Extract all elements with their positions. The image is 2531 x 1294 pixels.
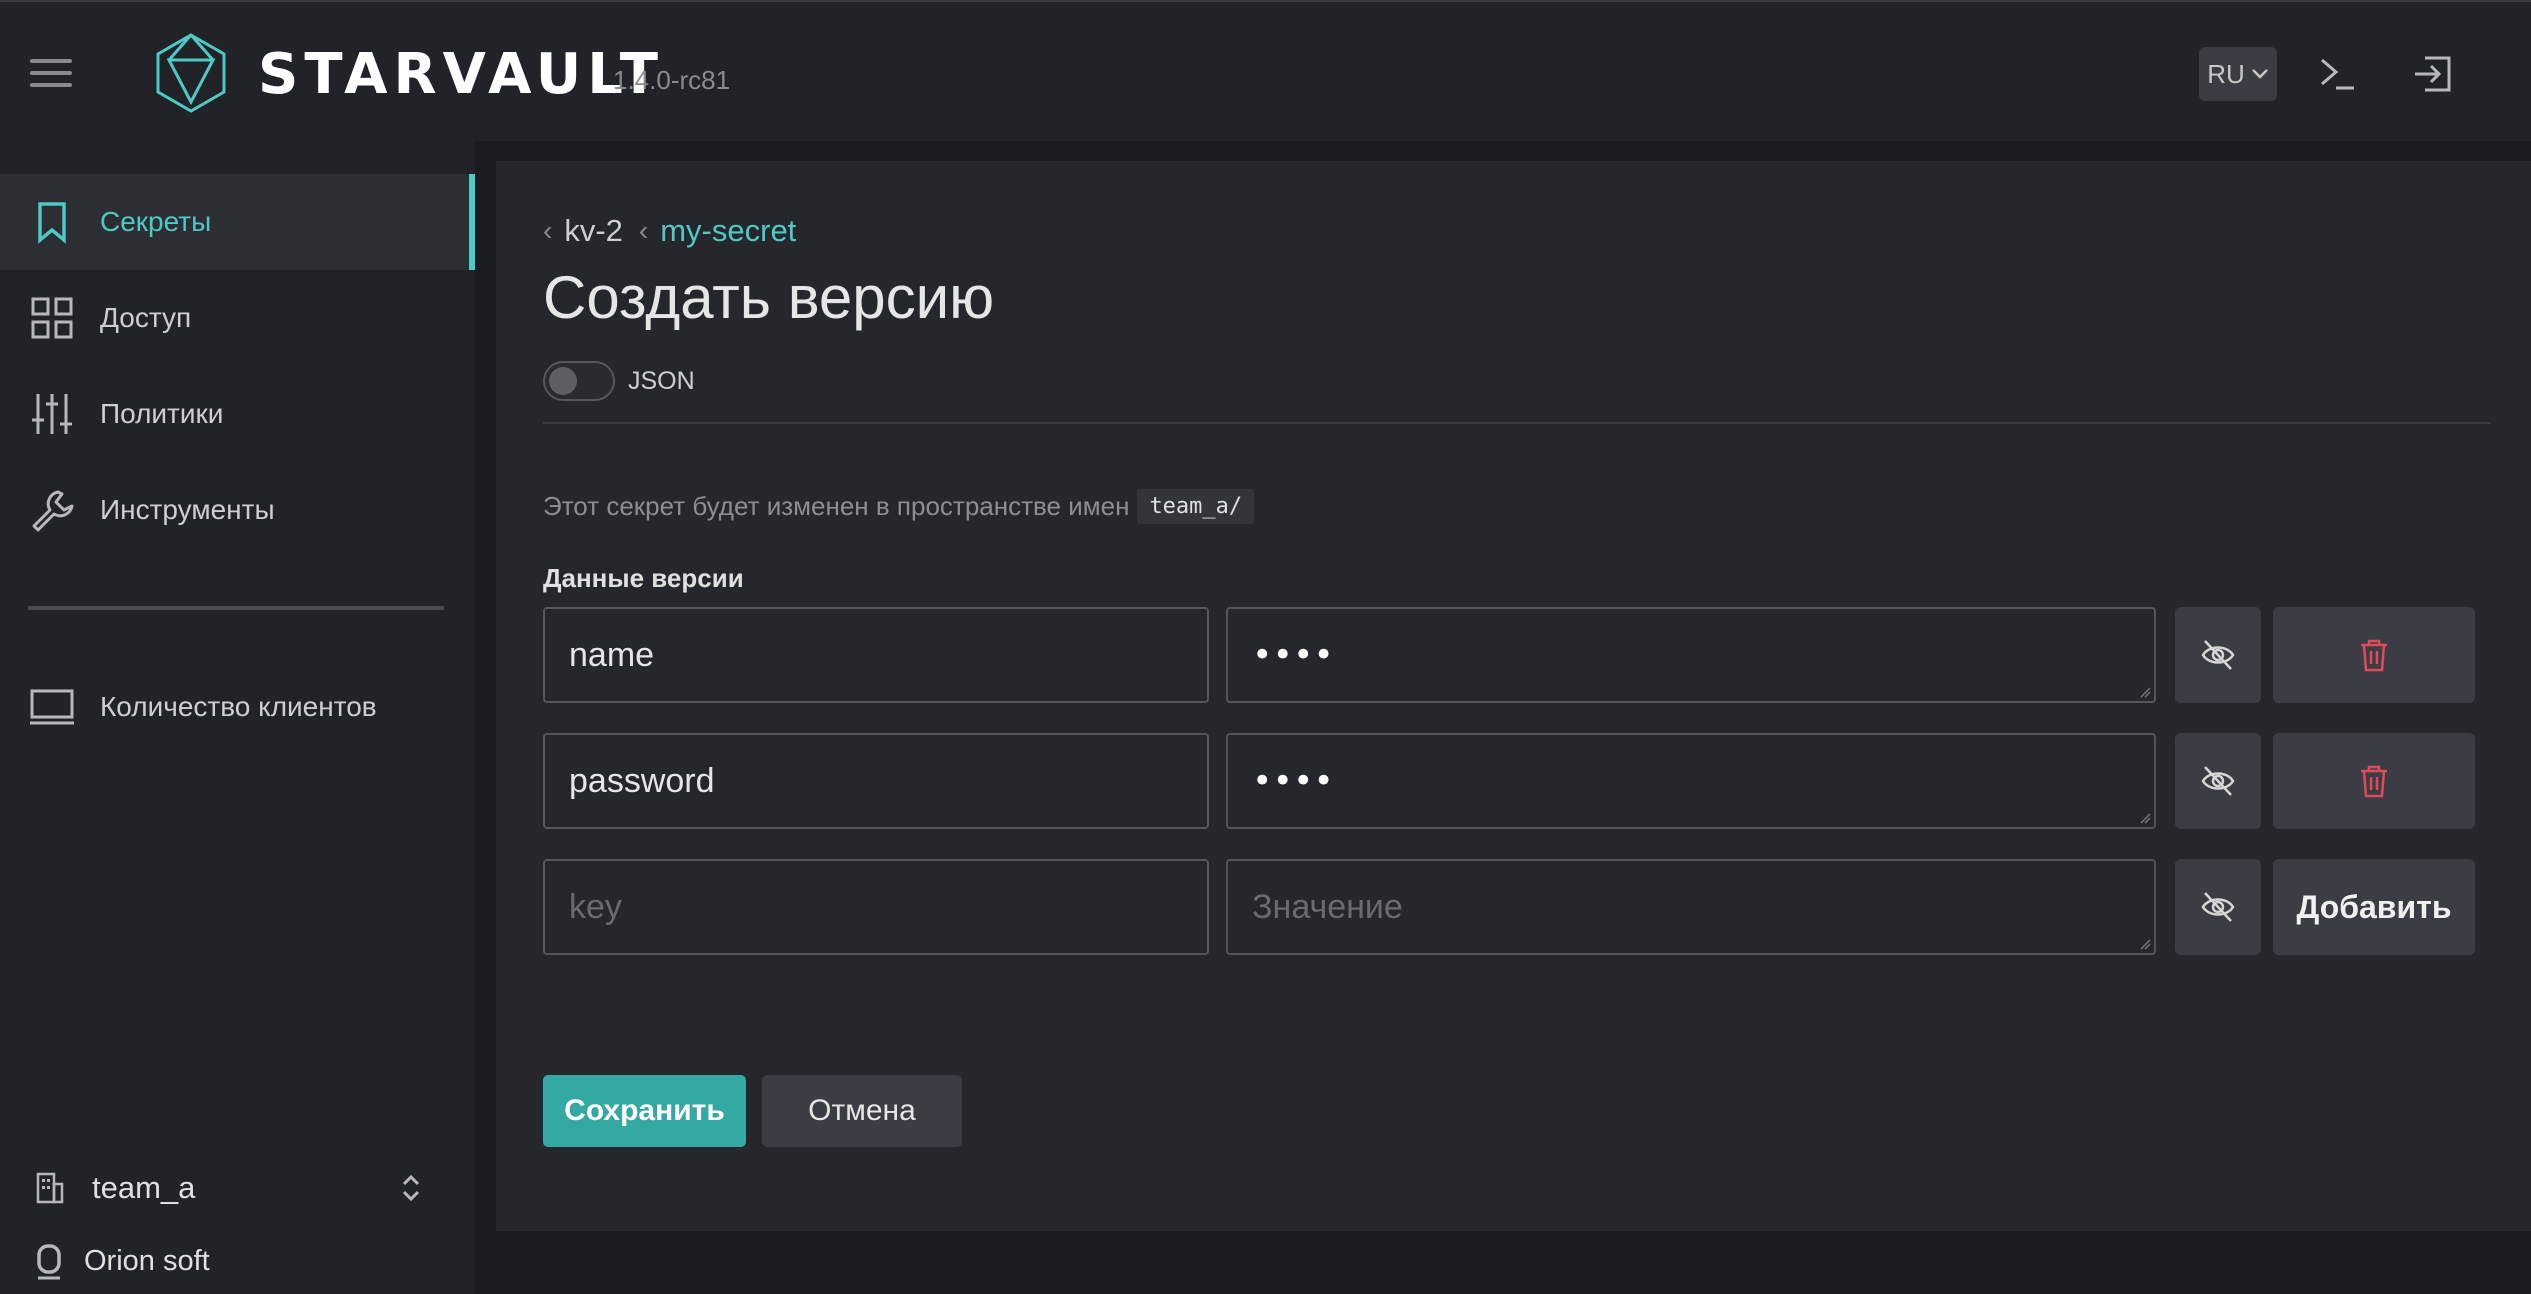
delete-row-button[interactable] xyxy=(2273,733,2475,829)
logout-icon[interactable] xyxy=(2411,52,2455,96)
brand-name: STARVAULT xyxy=(258,42,664,107)
chevron-updown-icon xyxy=(402,1174,420,1202)
delete-row-button[interactable] xyxy=(2273,607,2475,703)
value-input[interactable]: •••• xyxy=(1226,607,2156,703)
masked-value: •••• xyxy=(1252,761,1334,801)
save-button[interactable]: Сохранить xyxy=(543,1075,746,1147)
breadcrumb: ‹ kv-2 ‹ my-secret xyxy=(543,211,796,251)
breadcrumb-link-secret[interactable]: my-secret xyxy=(660,213,796,249)
sidebar-item-label: Количество клиентов xyxy=(100,691,377,722)
cancel-button[interactable]: Отмена xyxy=(762,1075,962,1147)
sidebar-divider xyxy=(28,606,444,610)
monitor-icon xyxy=(30,689,74,725)
terminal-icon[interactable] xyxy=(2316,52,2360,96)
toggle-visibility-button[interactable] xyxy=(2175,607,2261,703)
new-key-input[interactable]: key xyxy=(543,859,1209,955)
namespace-code: team_a/ xyxy=(1137,489,1255,524)
language-selector[interactable]: RU xyxy=(2199,47,2277,101)
key-input[interactable]: password xyxy=(543,733,1209,829)
eye-off-icon xyxy=(2201,640,2235,670)
divider xyxy=(543,422,2491,424)
namespace-note-text: Этот секрет будет изменен в пространстве… xyxy=(543,491,1130,521)
app-version: 1.4.0-rc81 xyxy=(613,65,731,95)
sidebar-item-secrets[interactable]: Секреты xyxy=(0,174,475,270)
bookmark-icon xyxy=(38,202,66,244)
trash-icon xyxy=(2361,765,2387,798)
sliders-icon xyxy=(32,394,72,434)
sidebar-item-label: Инструменты xyxy=(100,494,275,525)
sidebar-item-access[interactable]: Доступ xyxy=(0,270,475,366)
kv-row: name •••• xyxy=(543,607,2531,703)
sidebar-item-policies[interactable]: Политики xyxy=(0,366,475,462)
resize-grip-icon[interactable] xyxy=(2139,812,2151,824)
json-toggle-label: JSON xyxy=(628,367,695,395)
grid-icon xyxy=(31,297,73,339)
masked-value: •••• xyxy=(1252,635,1334,675)
toggle-visibility-button[interactable] xyxy=(2175,733,2261,829)
org-name: Orion soft xyxy=(84,1244,210,1277)
value-input[interactable]: •••• xyxy=(1226,733,2156,829)
main-panel: ‹ kv-2 ‹ my-secret Создать версию JSON Э… xyxy=(496,161,2531,1231)
top-bar: STARVAULT 1.4.0-rc81 RU xyxy=(0,0,2531,141)
resize-grip-icon[interactable] xyxy=(2139,686,2151,698)
org-logo-icon xyxy=(37,1244,61,1280)
namespace-note: Этот секрет будет изменен в пространстве… xyxy=(543,489,1255,524)
section-label: Данные версии xyxy=(543,563,744,593)
sidebar-item-label: Секреты xyxy=(100,206,212,237)
page-title: Создать версию xyxy=(543,264,995,331)
chevron-left-icon: ‹ xyxy=(543,215,553,246)
breadcrumb-link-kv2[interactable]: kv-2 xyxy=(564,213,623,249)
tenant-switcher[interactable]: team_a xyxy=(30,1158,440,1218)
trash-icon xyxy=(2361,639,2387,672)
language-label: RU xyxy=(2207,58,2245,89)
chevron-down-icon xyxy=(2251,69,2268,79)
value-placeholder: Значение xyxy=(1252,888,1403,926)
wrench-icon xyxy=(32,490,74,532)
kv-row: password •••• xyxy=(543,733,2531,829)
add-row-button[interactable]: Добавить xyxy=(2273,859,2475,955)
key-input[interactable]: name xyxy=(543,607,1209,703)
sidebar: Секреты Доступ Политики Инструменты Коли… xyxy=(0,141,475,1294)
eye-off-icon xyxy=(2201,766,2235,796)
sidebar-item-tools[interactable]: Инструменты xyxy=(0,462,475,558)
chevron-left-icon: ‹ xyxy=(638,215,649,246)
sidebar-item-label: Политики xyxy=(100,398,224,429)
new-value-input[interactable]: Значение xyxy=(1226,859,2156,955)
json-toggle[interactable] xyxy=(543,361,615,401)
toggle-knob xyxy=(549,367,577,395)
building-icon xyxy=(36,1172,64,1204)
sidebar-item-client-count[interactable]: Количество клиентов xyxy=(0,659,475,755)
menu-icon[interactable] xyxy=(30,59,72,89)
new-kv-row: key Значение Добавить xyxy=(543,859,2531,955)
toggle-visibility-button[interactable] xyxy=(2175,859,2261,955)
starvault-logo-icon xyxy=(156,33,226,113)
sidebar-item-label: Доступ xyxy=(100,302,192,333)
resize-grip-icon[interactable] xyxy=(2139,938,2151,950)
tenant-name: team_a xyxy=(92,1170,196,1205)
eye-off-icon xyxy=(2201,892,2235,922)
